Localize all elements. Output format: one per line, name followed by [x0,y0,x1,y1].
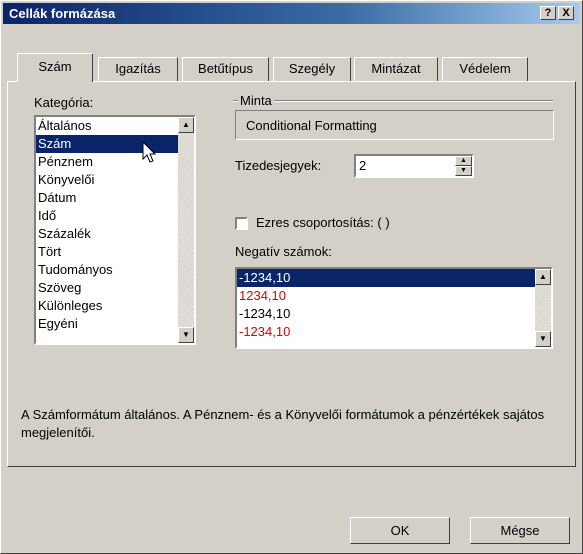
category-item[interactable]: Általános [36,117,178,135]
spin-up-icon[interactable]: ▲ [455,156,472,166]
negative-scrollbar[interactable]: ▲ ▼ [535,269,551,347]
spin-down-icon[interactable]: ▼ [455,166,472,176]
scroll-up-icon[interactable]: ▲ [178,117,194,133]
format-cells-dialog: Cellák formázása ? X Szám Igazítás Betűt… [0,0,583,554]
decimals-value: 2 [359,158,367,173]
tab-betutipus[interactable]: Betűtípus [182,57,269,81]
ok-button[interactable]: OK [350,517,450,544]
scroll-down-icon[interactable]: ▼ [535,331,551,347]
category-item[interactable]: Tudományos [36,261,178,279]
category-item[interactable]: Százalék [36,225,178,243]
category-item[interactable]: Egyéni [36,315,178,333]
window-title: Cellák formázása [9,6,116,21]
close-button[interactable]: X [558,6,574,20]
negative-format-item[interactable]: -1234,10 [237,323,535,341]
decimals-stepper[interactable]: ▲ ▼ [455,156,472,176]
category-item[interactable]: Könyvelői [36,171,178,189]
scroll-down-icon[interactable]: ▼ [178,327,194,343]
thousands-checkbox[interactable] [235,217,248,230]
sample-group-line [233,100,553,102]
title-bar: Cellák formázása ? X [3,3,580,24]
category-item[interactable]: Dátum [36,189,178,207]
mouse-pointer-icon [142,141,157,163]
negative-listbox[interactable]: -1234,10 1234,10 -1234,10 -1234,10 ▲ ▼ [235,267,553,349]
category-scrollbar[interactable]: ▲ ▼ [178,117,194,343]
category-label: Kategória: [34,95,94,110]
decimals-label: Tizedesjegyek: [235,158,322,173]
cancel-button[interactable]: Mégse [470,517,570,544]
sample-label: Minta [238,93,274,108]
category-item[interactable]: Tört [36,243,178,261]
sample-value: Conditional Formatting [246,118,377,133]
tab-vedelem[interactable]: Védelem [442,57,528,81]
category-item[interactable]: Különleges [36,297,178,315]
format-description: A Számformátum általános. A Pénznem- és … [21,407,545,440]
negative-format-item[interactable]: -1234,10 [237,305,535,323]
help-button[interactable]: ? [540,6,556,20]
scroll-up-icon[interactable]: ▲ [535,269,551,285]
tab-mintazat[interactable]: Mintázat [354,57,438,81]
tab-igazitas[interactable]: Igazítás [98,57,178,81]
negative-label: Negatív számok: [235,244,332,259]
category-item[interactable]: Szöveg [36,279,178,297]
decimals-field[interactable]: 2 ▲ ▼ [354,154,474,178]
sample-box: Conditional Formatting [235,110,554,140]
negative-format-item[interactable]: -1234,10 [237,269,535,287]
negative-format-item[interactable]: 1234,10 [237,287,535,305]
category-item[interactable]: Idő [36,207,178,225]
category-listbox[interactable]: Általános Szám Pénznem Könyvelői Dátum Idő Szá… [34,115,196,345]
thousands-label: Ezres csoportosítás: ( ) [256,215,390,230]
tab-szegely[interactable]: Szegély [273,57,351,81]
tab-szam[interactable]: Szám [17,53,93,82]
